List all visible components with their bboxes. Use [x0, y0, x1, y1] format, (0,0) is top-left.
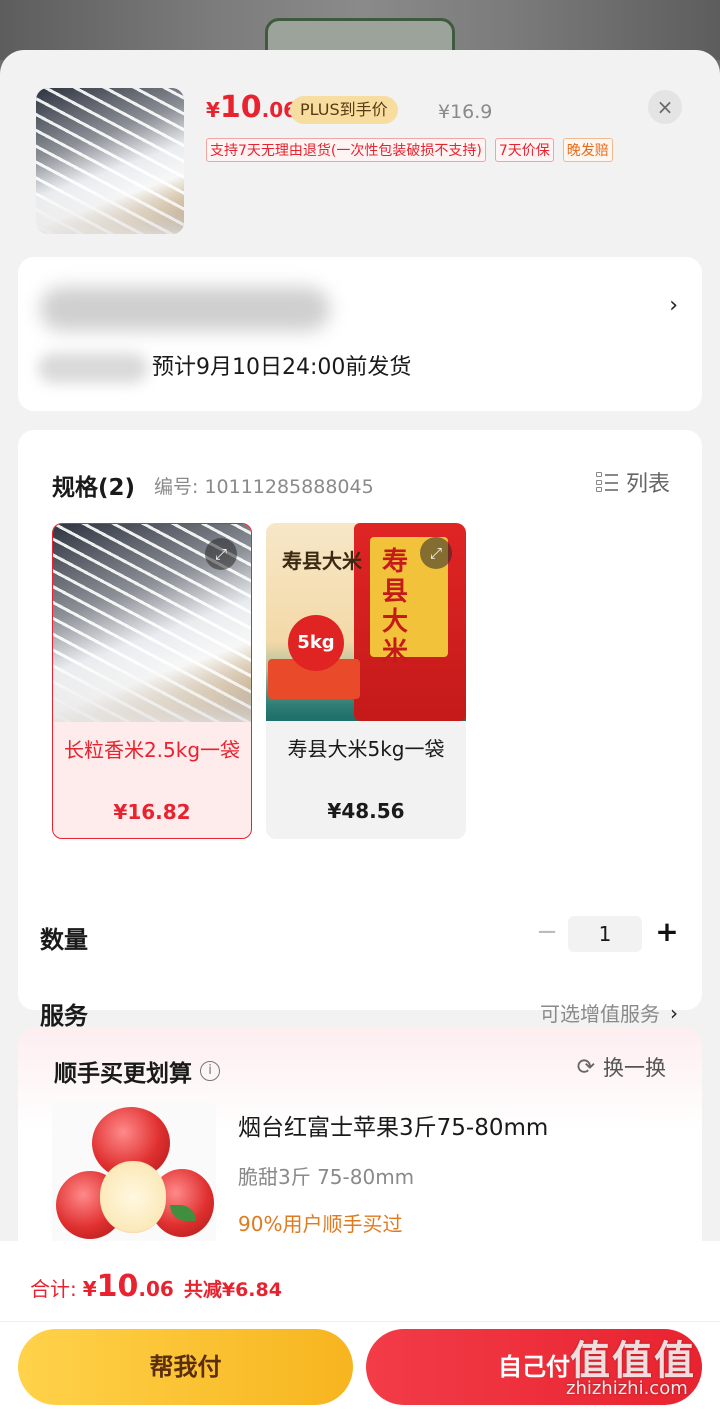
- option-name: 长粒香米2.5kg一袋: [63, 738, 241, 762]
- spec-title: 规格(2): [52, 475, 136, 501]
- expand-icon[interactable]: ⤢: [205, 538, 237, 570]
- bag-text-left: 寿县大米: [282, 549, 362, 573]
- footer-divider: [0, 1321, 720, 1322]
- service-link-label: 可选增值服务: [540, 1002, 660, 1026]
- service-tag-return: 支持7天无理由退货(一次性包装破损不支持): [206, 138, 486, 162]
- rice-image: [36, 88, 184, 234]
- checkout-footer: 合计: ¥ 10 .06 共减¥6.84 帮我付 自己付: [0, 1241, 720, 1411]
- chevron-right-icon: ›: [669, 293, 678, 318]
- upsell-title-text: 顺手买更划算: [54, 1061, 192, 1087]
- upsell-product-spec: 脆甜3斤 75-80mm: [238, 1165, 415, 1189]
- address-card[interactable]: 预计9月10日24:00前发货 ›: [18, 257, 702, 411]
- spec-selection-sheet: ¥ 10 .06 PLUS到手价 ¥16.9 × 支持7天无理由退货(一次性包装…: [0, 50, 720, 1411]
- bag-weight-badge: 5kg: [288, 615, 344, 671]
- swap-label: 换一换: [603, 1056, 666, 1080]
- quantity-label: 数量: [40, 926, 88, 954]
- option-image: 寿县大米 寿县大米 5kg ⤢: [266, 523, 466, 721]
- original-price: ¥16.9: [438, 101, 493, 123]
- swap-button[interactable]: ⟳ 换一换: [577, 1052, 666, 1082]
- spec-card: 规格(2) 编号: 10111285888045 列表 ⤢ 长粒香米2.5kg一…: [18, 430, 702, 1030]
- shipping-estimate: 预计9月10日24:00前发货: [152, 355, 412, 380]
- option-name: 寿县大米5kg一袋: [287, 737, 445, 761]
- blurred-address: [40, 287, 330, 331]
- option-price: ¥16.82: [113, 800, 191, 824]
- total-symbol: ¥: [82, 1277, 97, 1301]
- upsell-product-name[interactable]: 烟台红富士苹果3斤75-80mm: [238, 1108, 548, 1142]
- apple-half-shape: [100, 1161, 166, 1233]
- close-button[interactable]: ×: [648, 90, 682, 124]
- blurred-delivery-type: [38, 353, 148, 383]
- quantity-minus-button[interactable]: −: [534, 914, 560, 950]
- total-price: 合计: ¥ 10 .06 共减¥6.84: [30, 1269, 282, 1304]
- upsell-purchase-stat: 90%用户顺手买过: [238, 1212, 403, 1236]
- service-tags: 支持7天无理由退货(一次性包装破损不支持) 7天价保 晚发赔: [206, 138, 613, 162]
- product-thumbnail: [36, 88, 184, 234]
- value-added-service-link[interactable]: 可选增值服务 ›: [540, 998, 678, 1027]
- current-price: ¥ 10 .06: [206, 90, 297, 130]
- list-view-toggle[interactable]: 列表: [595, 466, 670, 498]
- option-image: ⤢: [53, 524, 251, 722]
- quantity-plus-button[interactable]: +: [652, 914, 682, 950]
- product-code: 编号: 10111285888045: [154, 476, 374, 498]
- total-discount: 共减¥6.84: [183, 1279, 282, 1301]
- upsell-title: 顺手买更划算 i: [54, 1054, 220, 1088]
- spec-option-long-grain-rice[interactable]: ⤢ 长粒香米2.5kg一袋 ¥16.82: [52, 523, 252, 839]
- chevron-right-icon: ›: [670, 1000, 678, 1025]
- list-icon: [595, 471, 618, 493]
- list-label: 列表: [625, 472, 670, 497]
- expand-icon[interactable]: ⤢: [420, 537, 452, 569]
- option-price: ¥48.56: [327, 799, 405, 823]
- service-tag-price-protect: 7天价保: [494, 138, 554, 162]
- total-label: 合计:: [30, 1277, 77, 1301]
- service-tag-late-comp: 晚发赔: [562, 138, 613, 162]
- price-integer: 10: [219, 90, 262, 125]
- spec-option-shouxian-rice[interactable]: 寿县大米 寿县大米 5kg ⤢ 寿县大米5kg一袋 ¥48.56: [266, 523, 466, 839]
- help-pay-button[interactable]: 帮我付: [18, 1329, 353, 1405]
- price-symbol: ¥: [206, 98, 220, 122]
- total-decimal: .06: [138, 1277, 174, 1301]
- service-label: 服务: [40, 1002, 88, 1030]
- refresh-icon: ⟳: [576, 1054, 595, 1080]
- apple-image[interactable]: [52, 1101, 216, 1251]
- self-pay-button[interactable]: 自己付: [366, 1329, 702, 1405]
- total-integer: 10: [96, 1269, 139, 1304]
- close-icon: ×: [656, 95, 674, 119]
- quantity-input[interactable]: 1: [568, 916, 642, 952]
- info-icon[interactable]: i: [200, 1061, 220, 1081]
- plus-price-tag: PLUS到手价: [290, 96, 398, 124]
